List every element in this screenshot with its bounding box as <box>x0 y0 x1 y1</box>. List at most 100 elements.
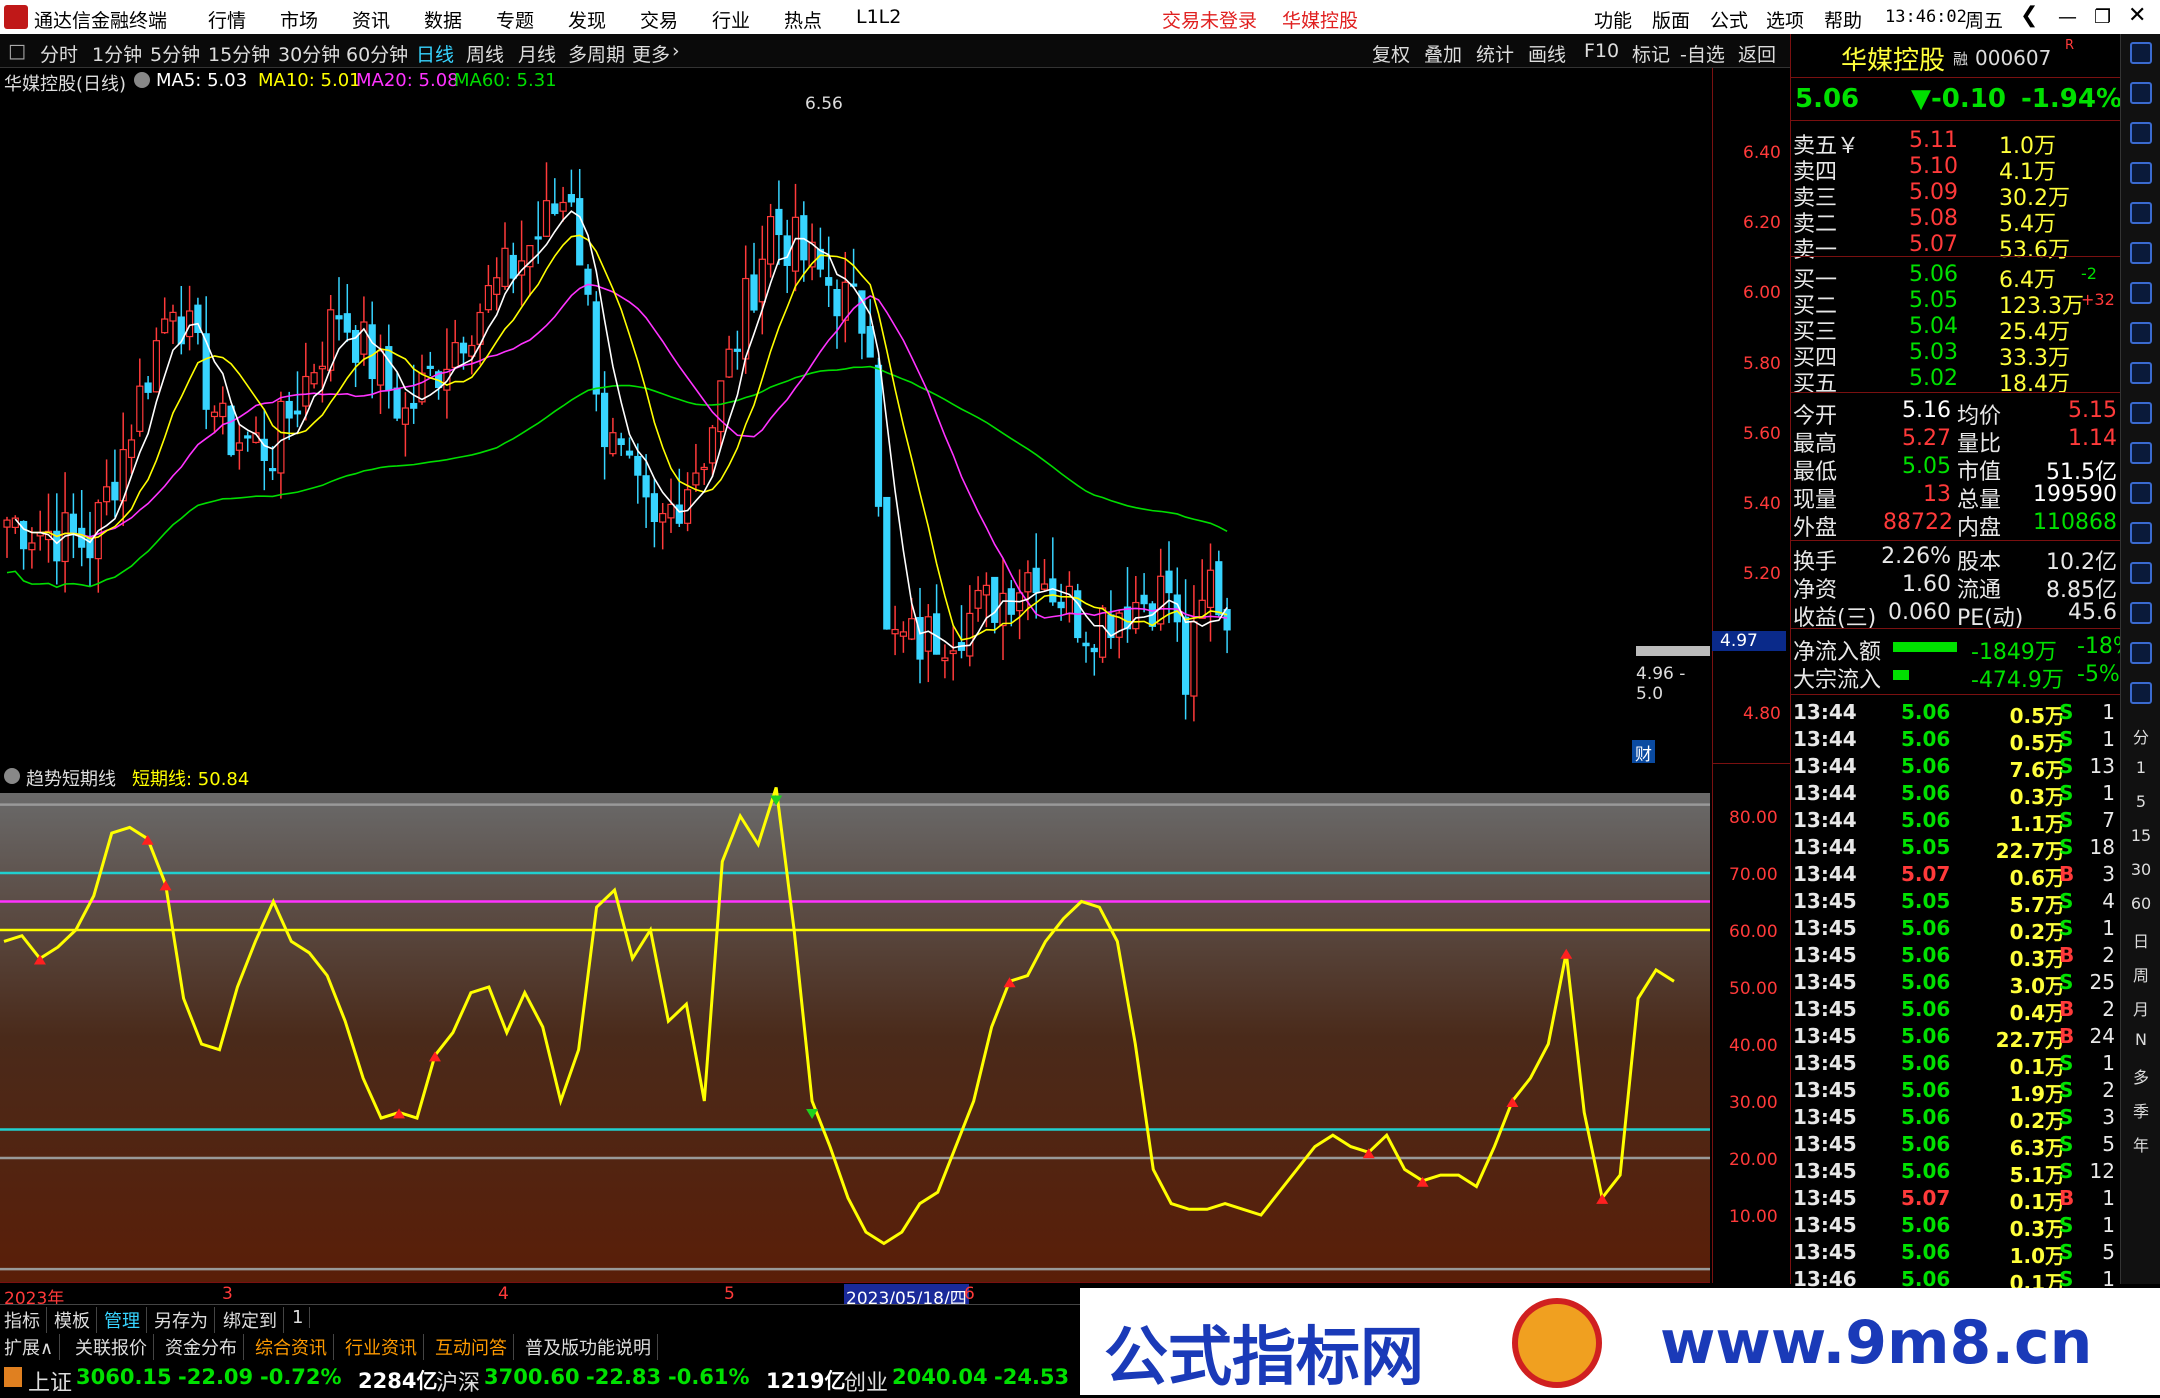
sidebar-period[interactable]: 日 <box>2121 928 2160 952</box>
sidebar-period[interactable]: 多 <box>2121 1064 2160 1088</box>
back-icon[interactable]: ❮ <box>2020 3 2038 28</box>
indicator-chart-svg[interactable] <box>0 763 1710 1283</box>
more-chevron-icon[interactable]: › <box>672 40 680 62</box>
sidebar-period[interactable]: N <box>2121 1030 2160 1049</box>
menu-hangqing[interactable]: 行情 <box>208 6 246 33</box>
move-icon[interactable] <box>2130 642 2152 664</box>
indicator-tab[interactable]: 绑定到 <box>223 1307 284 1333</box>
period-month[interactable]: 月线 <box>518 40 556 67</box>
info-tab[interactable]: 关联报价 <box>75 1334 154 1360</box>
cai-badge[interactable]: 财 <box>1632 740 1655 765</box>
kline-chart-panel[interactable]: 华媒控股(日线) MA5: 5.03 MA10: 5.01 MA20: 5.08… <box>0 68 1786 765</box>
sidebar-period[interactable]: 月 <box>2121 996 2160 1020</box>
sidebar-period[interactable]: 周 <box>2121 962 2160 986</box>
info-tab[interactable]: 互动问答 <box>435 1334 514 1360</box>
indicator-tab[interactable]: 指标 <box>4 1307 47 1333</box>
toolbar-menu-icon[interactable]: □ <box>8 40 26 62</box>
indicator-tab[interactable]: 模板 <box>54 1307 97 1333</box>
menu-xuanxiang[interactable]: 选项 <box>1766 6 1804 33</box>
period-60min[interactable]: 60分钟 <box>346 40 408 67</box>
indicator-panel[interactable]: 趋势短期线 短期线: 50.84 <box>0 763 1710 1283</box>
rsi-icon[interactable] <box>2130 562 2152 584</box>
stat-value: 199590 <box>2033 482 2117 507</box>
indicator-tab[interactable]: 1 <box>292 1307 311 1328</box>
bar-icon[interactable] <box>2130 282 2152 304</box>
index-name[interactable]: 沪深 <box>436 1365 480 1397</box>
menu-banmian[interactable]: 版面 <box>1652 6 1690 33</box>
info-tab[interactable]: 资金分布 <box>165 1334 244 1360</box>
info-tab[interactable]: 行业资讯 <box>345 1334 424 1360</box>
tool-fanhui[interactable]: 返回 <box>1738 40 1776 67</box>
ma-settings-icon[interactable] <box>134 72 150 88</box>
index-name[interactable]: 创业 <box>844 1365 888 1397</box>
menu-hangye[interactable]: 行业 <box>712 6 750 33</box>
arrow-up-icon[interactable] <box>2130 82 2152 104</box>
period-15min[interactable]: 15分钟 <box>208 40 270 67</box>
table-icon[interactable] <box>2130 202 2152 224</box>
menu-shuju[interactable]: 数据 <box>424 6 462 33</box>
tool-zixuan[interactable]: -自选 <box>1680 40 1725 67</box>
candle-body <box>559 201 567 212</box>
menu-zhuanti[interactable]: 专题 <box>496 6 534 33</box>
tick-time: 13:44 <box>1793 754 1857 778</box>
chart-icon[interactable] <box>2130 162 2152 184</box>
tool-diejia[interactable]: 叠加 <box>1424 40 1462 67</box>
f10-icon[interactable] <box>2130 362 2152 384</box>
sidebar-period[interactable]: 1 <box>2121 758 2160 777</box>
menu-gongneng[interactable]: 功能 <box>1594 6 1632 33</box>
pen-icon[interactable] <box>2130 682 2152 704</box>
maximize-icon[interactable]: ❐ <box>2094 6 2111 28</box>
sidebar-period[interactable]: 分 <box>2121 724 2160 748</box>
candle-body <box>169 311 177 322</box>
period-multi[interactable]: 多周期 <box>568 40 625 67</box>
index-name[interactable]: 上证 <box>28 1365 72 1397</box>
tool-biaoji[interactable]: 标记 <box>1632 40 1670 67</box>
period-week[interactable]: 周线 <box>466 40 504 67</box>
sidebar-period[interactable]: 30 <box>2121 860 2160 879</box>
sidebar-period[interactable]: 5 <box>2121 792 2160 811</box>
grid-icon[interactable] <box>2130 402 2152 424</box>
tool-huaxian[interactable]: 画线 <box>1528 40 1566 67</box>
arrow-down-icon[interactable] <box>2130 122 2152 144</box>
trend-icon[interactable] <box>2130 242 2152 264</box>
indicator-tab[interactable]: 管理 <box>104 1307 147 1333</box>
menu-gongshi[interactable]: 公式 <box>1710 6 1748 33</box>
menu-shichang[interactable]: 市场 <box>280 6 318 33</box>
sidebar-period[interactable]: 60 <box>2121 894 2160 913</box>
kline-chart-svg[interactable] <box>0 68 1710 763</box>
period-fenshi[interactable]: 分时 <box>40 40 78 67</box>
indicator-tab[interactable]: 另存为 <box>154 1307 215 1333</box>
period-day[interactable]: 日线 <box>416 40 454 67</box>
doc-icon[interactable] <box>2130 442 2152 464</box>
menu-jiaoyi[interactable]: 交易 <box>640 6 678 33</box>
menu-faxian[interactable]: 发现 <box>568 6 606 33</box>
minimize-icon[interactable]: — <box>2058 6 2077 28</box>
period-5min[interactable]: 5分钟 <box>150 40 200 67</box>
tool-fuquan[interactable]: 复权 <box>1372 40 1410 67</box>
stat-value: 5.15 <box>2068 398 2117 423</box>
period-1min[interactable]: 1分钟 <box>92 40 142 67</box>
tool-f10[interactable]: F10 <box>1584 40 1619 62</box>
list-icon[interactable] <box>2130 322 2152 344</box>
info-tab[interactable]: 综合资讯 <box>255 1334 334 1360</box>
menu-l1l2[interactable]: L1L2 <box>856 6 901 28</box>
gear-icon[interactable] <box>2130 522 2152 544</box>
sidebar-period[interactable]: 年 <box>2121 1132 2160 1156</box>
indicator-toggle-icon[interactable] <box>4 768 20 784</box>
menu-redian[interactable]: 热点 <box>784 6 822 33</box>
tool-tongji[interactable]: 统计 <box>1476 40 1514 67</box>
menu-zixun[interactable]: 资讯 <box>352 6 390 33</box>
arrow-up-icon[interactable] <box>2130 42 2152 64</box>
close-icon[interactable]: ✕ <box>2128 3 2146 28</box>
sidebar-period[interactable]: 15 <box>2121 826 2160 845</box>
trade-status[interactable]: 交易未登录 <box>1162 6 1257 33</box>
info-tab[interactable]: 扩展∧ <box>4 1334 61 1360</box>
period-30min[interactable]: 30分钟 <box>278 40 340 67</box>
doc-icon[interactable] <box>2130 482 2152 504</box>
info-icon[interactable] <box>2130 602 2152 624</box>
period-more[interactable]: 更多 <box>632 40 670 67</box>
info-tab[interactable]: 普及版功能说明 <box>525 1334 658 1360</box>
sidebar-period[interactable]: 季 <box>2121 1098 2160 1122</box>
tick-volume: 0.4万 <box>2009 1001 2065 1025</box>
menu-bangzhu[interactable]: 帮助 <box>1824 6 1862 33</box>
